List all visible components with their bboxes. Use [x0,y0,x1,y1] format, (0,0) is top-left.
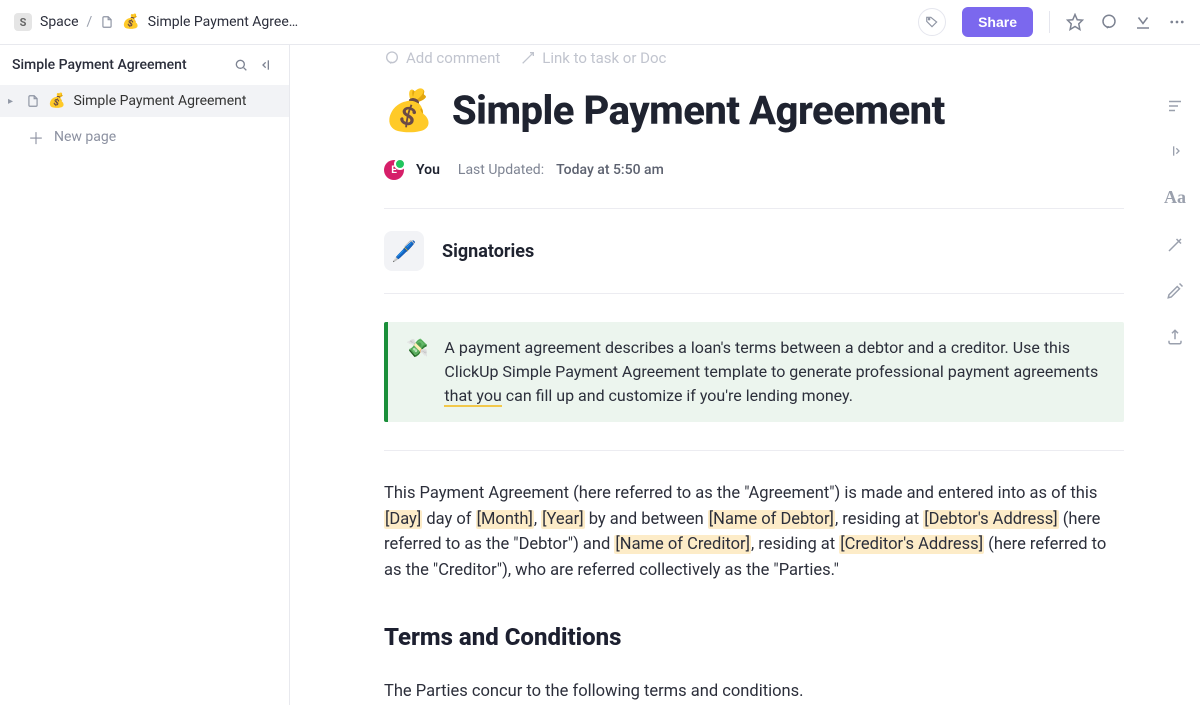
divider [1049,11,1050,33]
intro-e: , residing at [835,510,923,529]
document: Add comment Link to task or Doc 💰 Simple… [290,45,1200,705]
breadcrumb-doc[interactable]: Simple Payment Agree… [148,14,298,30]
link-task-label: Link to task or Doc [542,49,666,67]
star-icon[interactable] [1066,13,1084,31]
sidebar-item-label: Simple Payment Agreement [73,93,246,109]
doc-ghost-toolbar: Add comment Link to task or Doc [384,45,1124,81]
divider [384,450,1124,451]
page-tree: ▸ 💰 Simple Payment Agreement ＋ New page [0,85,289,157]
callout-text-a: A payment agreement describes a loan's t… [444,338,1098,381]
topbar-actions: Share [918,7,1186,37]
placeholder-year[interactable]: [Year] [541,510,584,529]
intro-paragraph[interactable]: This Payment Agreement (here referred to… [384,481,1124,583]
sidebar-item-simple-payment-agreement[interactable]: ▸ 💰 Simple Payment Agreement [0,85,289,117]
placeholder-debtor-name[interactable]: [Name of Debtor] [708,510,835,529]
callout-text-b: can fill up and customize if you're lend… [502,386,853,405]
author-row: E You Last Updated: Today at 5:50 am [384,160,1124,209]
breadcrumb: S Space / 💰 Simple Payment Agree… [14,13,298,31]
new-page-button[interactable]: ＋ New page [0,117,289,157]
collapse-sidebar-icon[interactable] [259,57,275,73]
placeholder-creditor-address[interactable]: [Creditor's Address] [839,535,984,554]
placeholder-creditor-name[interactable]: [Name of Creditor] [614,535,751,554]
plus-icon: ＋ [28,125,44,149]
placeholder-debtor-address[interactable]: [Debtor's Address] [923,510,1058,529]
info-callout: 💸 A payment agreement describes a loan's… [384,322,1124,422]
signatories-label: Signatories [442,241,534,262]
signatories-row[interactable]: 🖊️ Signatories [384,209,1124,294]
intro-a: This Payment Agreement (here referred to… [384,484,1097,503]
sidebar: Simple Payment Agreement ▸ 💰 Simple Paym… [0,45,290,705]
callout-underlined: that you [444,386,501,407]
title-emoji[interactable]: 💰 [384,87,434,134]
topbar: S Space / 💰 Simple Payment Agree… Share [0,0,1200,45]
title-row: 💰 Simple Payment Agreement [384,87,1124,134]
comment-circle-icon[interactable] [1100,13,1118,31]
author-you: You [416,162,440,178]
callout-text: A payment agreement describes a loan's t… [444,336,1106,408]
more-icon[interactable] [1168,13,1186,31]
placeholder-month[interactable]: [Month] [476,510,534,529]
search-icon[interactable] [233,57,249,73]
terms-intro[interactable]: The Parties concur to the following term… [384,679,1124,705]
last-updated-time: Today at 5:50 am [556,162,664,178]
tag-icon[interactable] [918,8,946,36]
sidebar-header: Simple Payment Agreement [0,45,289,85]
link-task-button[interactable]: Link to task or Doc [520,49,666,67]
space-icon[interactable]: S [14,13,32,31]
intro-b: day of [422,510,475,529]
terms-heading: Terms and Conditions [384,623,1124,651]
callout-emoji: 💸 [406,338,428,408]
intro-g: , residing at [751,535,839,554]
signatories-chip-icon: 🖊️ [384,231,424,271]
breadcrumb-separator: / [87,14,93,30]
page-title[interactable]: Simple Payment Agreement [452,87,945,134]
breadcrumb-doc-emoji: 💰 [122,14,139,30]
document-icon [100,15,114,29]
sidebar-item-emoji: 💰 [48,93,65,109]
last-updated-label: Last Updated: [458,162,544,178]
intro-d: by and between [585,510,708,529]
new-page-label: New page [54,129,116,145]
sidebar-title: Simple Payment Agreement [12,57,223,73]
download-icon[interactable] [1134,13,1152,31]
caret-right-icon[interactable]: ▸ [8,96,18,107]
placeholder-day[interactable]: [Day] [384,510,422,529]
document-icon [26,94,40,108]
avatar[interactable]: E [384,160,404,180]
share-button[interactable]: Share [962,7,1033,37]
add-comment-button[interactable]: Add comment [384,49,500,67]
breadcrumb-space[interactable]: Space [40,14,79,30]
content: Aa Add comment Link t [290,45,1200,705]
add-comment-label: Add comment [406,49,500,67]
